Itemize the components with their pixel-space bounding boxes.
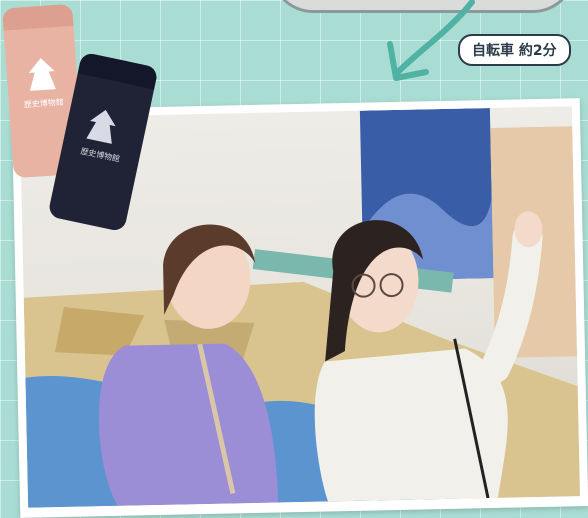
travel-time-badge: 自転車 約2分 (458, 34, 571, 66)
woman-right-blouse (314, 348, 508, 502)
tumbler-label: 歴史博物館 (79, 146, 121, 164)
badge-text: 自転車 約2分 (472, 43, 557, 59)
tumbler-label: 歴史博物館 (23, 97, 65, 110)
castle-icon (86, 109, 116, 144)
castle-icon (28, 58, 56, 91)
